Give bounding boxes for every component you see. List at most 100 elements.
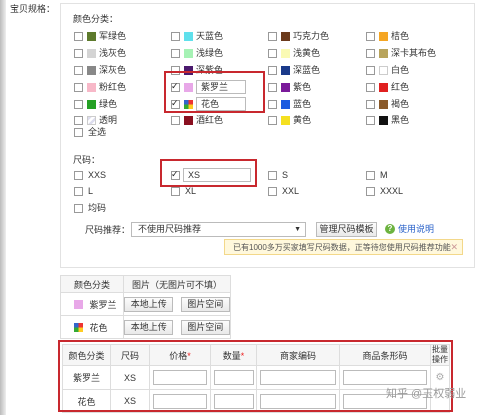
color-swatch	[281, 66, 290, 75]
color-checkbox[interactable]	[268, 49, 277, 58]
color-checkbox[interactable]	[366, 49, 375, 58]
color-checkbox[interactable]	[171, 49, 180, 58]
color-swatch	[184, 49, 193, 58]
color-checkbox[interactable]	[366, 83, 375, 92]
color-checkbox[interactable]	[268, 83, 277, 92]
color-checkbox[interactable]	[74, 32, 83, 41]
color-checkbox[interactable]	[74, 66, 83, 75]
color-swatch	[281, 100, 290, 109]
color-checkbox[interactable]	[268, 116, 277, 125]
color-swatch-violet	[74, 299, 83, 309]
color-label: 浅黄色	[293, 48, 321, 58]
size-label: XL	[185, 186, 197, 196]
color-label: 紫色	[293, 82, 312, 92]
image-space-button[interactable]: 图片空间	[180, 319, 230, 335]
color-label: 蓝色	[293, 99, 312, 109]
color-swatch	[281, 32, 290, 41]
color-label: 白色	[391, 65, 410, 75]
size-checkbox[interactable]	[268, 171, 277, 180]
size-checkbox[interactable]	[366, 187, 375, 196]
size-label: XXXL	[380, 186, 404, 196]
color-label: 浅灰色	[99, 48, 127, 58]
watermark: 知乎 @玉权弱业	[386, 388, 467, 400]
color-checkbox[interactable]	[171, 116, 180, 125]
select-all-label: 全选	[88, 127, 107, 137]
size-checkbox[interactable]	[74, 171, 83, 180]
color-label: 透明	[99, 115, 118, 125]
left-shadow	[0, 0, 6, 415]
color-checkbox[interactable]	[268, 100, 277, 109]
transparent-swatch-icon	[87, 116, 96, 125]
highlight-box-colors	[164, 71, 265, 113]
image-table: 颜色分类 图片（无图片可不填） 紫罗兰 本地上传 图片空间 花色 本地上传 图片…	[60, 275, 231, 339]
size-label: XXS	[88, 170, 107, 180]
color-swatch	[87, 100, 96, 109]
color-title: 颜色分类：	[73, 14, 119, 24]
color-label: 绿色	[99, 99, 118, 109]
size-label: S	[282, 170, 289, 180]
local-upload-button[interactable]: 本地上传	[124, 319, 174, 335]
local-upload-button[interactable]: 本地上传	[124, 296, 174, 312]
color-label: 黑色	[391, 115, 410, 125]
color-label: 深卡其布色	[391, 48, 437, 58]
color-label: 天蓝色	[196, 31, 224, 41]
select-all-checkbox[interactable]	[74, 128, 83, 137]
image-space-button[interactable]: 图片空间	[180, 296, 230, 312]
size-checkbox[interactable]	[268, 187, 277, 196]
color-checkbox[interactable]	[366, 116, 375, 125]
color-label: 桔色	[391, 31, 410, 41]
image-table-row-name: 花色	[89, 322, 108, 333]
chevron-down-icon: ▼	[294, 226, 301, 233]
color-label: 军绿色	[99, 31, 127, 41]
color-checkbox[interactable]	[74, 83, 83, 92]
color-checkbox[interactable]	[268, 66, 277, 75]
color-checkbox[interactable]	[74, 100, 83, 109]
color-label: 深蓝色	[293, 65, 321, 75]
close-icon[interactable]: ✕	[450, 242, 458, 253]
color-checkbox[interactable]	[74, 116, 83, 125]
color-swatch	[379, 116, 388, 125]
color-swatch	[281, 49, 290, 58]
image-table-row-color: 花色	[60, 315, 124, 339]
notice-bar: 已有1000多万买家填写尺码数据，正等待您使用尺码推荐功能 ✕	[224, 239, 463, 255]
highlight-box-size	[160, 159, 257, 187]
color-swatch	[184, 32, 193, 41]
color-checkbox[interactable]	[366, 66, 375, 75]
image-table-header-image: 图片（无图片可不填）	[123, 275, 231, 293]
color-swatch	[379, 83, 388, 92]
color-checkbox[interactable]	[171, 32, 180, 41]
size-checkbox[interactable]	[74, 187, 83, 196]
color-label: 浅绿色	[196, 48, 224, 58]
size-recommend-select[interactable]: 不使用尺码推荐 ▼	[131, 222, 306, 237]
color-label: 粉红色	[99, 82, 127, 92]
size-recommend-label: 尺码推荐：	[85, 225, 131, 235]
size-title: 尺码：	[73, 155, 101, 165]
color-label: 巧克力色	[293, 31, 330, 41]
size-checkbox[interactable]	[74, 204, 83, 213]
size-label: XXL	[282, 186, 300, 196]
help-link[interactable]: 使用说明	[398, 224, 434, 235]
size-label: M	[380, 170, 388, 180]
image-table-row-actions: 本地上传 图片空间	[123, 292, 231, 316]
color-label: 黄色	[293, 115, 312, 125]
color-label: 酒红色	[196, 115, 224, 125]
highlight-box-sku	[58, 340, 453, 412]
color-swatch	[184, 116, 193, 125]
manage-template-button[interactable]: 管理尺码模板	[316, 222, 377, 237]
size-checkbox[interactable]	[366, 171, 375, 180]
color-checkbox[interactable]	[366, 32, 375, 41]
color-swatch	[87, 66, 96, 75]
color-swatch	[379, 49, 388, 58]
size-recommend-value: 不使用尺码推荐	[138, 224, 202, 234]
color-checkbox[interactable]	[268, 32, 277, 41]
color-checkbox[interactable]	[74, 49, 83, 58]
color-label: 红色	[391, 82, 410, 92]
size-checkbox[interactable]	[171, 187, 180, 196]
color-checkbox[interactable]	[366, 100, 375, 109]
image-table-header-color: 颜色分类	[60, 275, 124, 293]
color-swatch	[379, 32, 388, 41]
image-table-row-color: 紫罗兰	[60, 292, 124, 316]
color-label: 褐色	[391, 99, 410, 109]
color-swatch	[281, 116, 290, 125]
multicolor-swatch-icon	[74, 322, 83, 332]
